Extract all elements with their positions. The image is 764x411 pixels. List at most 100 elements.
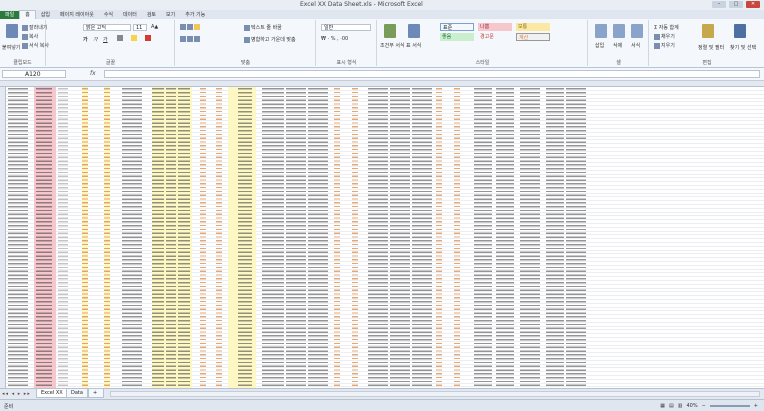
cell-column[interactable] <box>352 87 358 388</box>
formula-input[interactable] <box>104 70 760 78</box>
cell-column[interactable] <box>262 87 284 388</box>
tab-page-layout[interactable]: 페이지 레이아웃 <box>55 11 99 19</box>
normal-view-icon[interactable]: ▦ <box>660 403 665 409</box>
sheet-tab-bar: ◂◂ ◂ ▸ ▸▸ Excel XX Data + <box>0 388 764 399</box>
excel-window: Excel XX Data Sheet.xls - Microsoft Exce… <box>0 0 764 411</box>
autosum-button[interactable]: Σ 자동 합계 <box>654 24 679 31</box>
zoom-in-icon[interactable]: + <box>754 403 758 409</box>
clear-label: 지우기 <box>661 43 675 49</box>
tab-home[interactable]: 홈 <box>19 10 36 19</box>
border-icon[interactable] <box>117 35 124 42</box>
currency-icon[interactable]: ₩ · % , ·00 <box>321 36 348 42</box>
fill-color-icon[interactable] <box>131 35 138 42</box>
align-left-icon[interactable] <box>180 36 201 43</box>
window-controls: – □ ✕ <box>712 1 760 8</box>
minimize-button[interactable]: – <box>712 1 726 8</box>
brush-icon <box>22 42 28 49</box>
tab-review[interactable]: 검토 <box>142 11 161 19</box>
tab-view[interactable]: 보기 <box>161 11 180 19</box>
find-select-icon <box>734 24 746 38</box>
copy-button[interactable]: 복사 <box>22 33 38 40</box>
delete-cells-button[interactable]: 삭제 <box>613 42 622 49</box>
paste-button[interactable]: 붙여넣기 <box>2 44 20 51</box>
cell-column[interactable] <box>286 87 306 388</box>
zoom-slider[interactable] <box>709 405 750 407</box>
merge-center-button[interactable]: 병합하고 가운데 맞춤 <box>244 36 296 43</box>
page-break-view-icon[interactable]: ▥ <box>678 403 683 409</box>
style-bad[interactable]: 나쁨 <box>478 23 512 31</box>
find-select-button[interactable]: 찾기 및 선택 <box>730 44 756 51</box>
cell-column[interactable] <box>104 87 110 388</box>
sort-filter-button[interactable]: 정렬 및 필터 <box>698 44 724 51</box>
close-button[interactable]: ✕ <box>746 1 760 8</box>
horizontal-scrollbar[interactable] <box>110 391 760 397</box>
cell-column[interactable] <box>566 87 586 388</box>
cell-column[interactable] <box>520 87 540 388</box>
paste-icon <box>6 24 18 38</box>
clear-button[interactable]: 지우기 <box>654 42 675 49</box>
cell-column[interactable] <box>178 87 190 388</box>
tab-formulas[interactable]: 수식 <box>99 11 118 19</box>
style-calculation[interactable]: 계산 <box>516 33 550 41</box>
cell-column[interactable] <box>58 87 68 388</box>
zoom-out-icon[interactable]: − <box>702 403 706 409</box>
cell-column[interactable] <box>8 87 28 388</box>
format-painter-button[interactable]: 서식 복사 <box>22 42 49 49</box>
grow-font-button[interactable]: A▲ <box>151 24 158 30</box>
font-name-combo[interactable]: 맑은 고딕 <box>83 24 131 31</box>
cell-column[interactable] <box>200 87 206 388</box>
italic-button[interactable]: 가 <box>93 36 98 43</box>
cell-column[interactable] <box>166 87 176 388</box>
style-neutral[interactable]: 보통 <box>516 23 550 31</box>
styles-group-label: 스타일 <box>475 60 490 66</box>
bold-button[interactable]: 가 <box>83 36 88 43</box>
cell-column[interactable] <box>238 87 252 388</box>
fill-button[interactable]: 채우기 <box>654 33 675 40</box>
sheet-tab-data[interactable]: Data <box>66 389 88 398</box>
cell-column[interactable] <box>474 87 492 388</box>
sheet-nav-arrows[interactable]: ◂◂ ◂ ▸ ▸▸ <box>2 391 31 397</box>
cell-column[interactable] <box>390 87 410 388</box>
cell-column[interactable] <box>334 87 340 388</box>
cell-column[interactable] <box>436 87 442 388</box>
page-layout-view-icon[interactable]: ▤ <box>669 403 674 409</box>
cell-column[interactable] <box>308 87 328 388</box>
underline-button[interactable]: 가 <box>103 36 108 43</box>
conditional-format-button[interactable]: 조건부 서식 <box>380 42 405 49</box>
cell-column[interactable] <box>496 87 514 388</box>
worksheet-grid[interactable] <box>0 81 764 388</box>
style-normal[interactable]: 표준 <box>440 23 474 31</box>
tab-insert[interactable]: 삽입 <box>36 11 55 19</box>
cut-button[interactable]: 잘라내기 <box>22 24 47 31</box>
cell-column[interactable] <box>368 87 388 388</box>
font-size-combo[interactable]: 11 <box>133 24 147 31</box>
font-group: 맑은 고딕 11 A▲ 가 가 가 글꼴 <box>47 20 175 66</box>
number-format-combo[interactable]: 일반 <box>321 24 371 31</box>
cell-column[interactable] <box>454 87 460 388</box>
tab-add-ins[interactable]: 추가 기능 <box>180 11 210 19</box>
cell-column[interactable] <box>152 87 164 388</box>
cell-column[interactable] <box>82 87 88 388</box>
tab-data[interactable]: 데이터 <box>118 11 142 19</box>
font-color-icon[interactable] <box>145 35 152 42</box>
format-cells-button[interactable]: 서식 <box>631 42 640 49</box>
style-good[interactable]: 좋음 <box>440 33 474 41</box>
cell-column[interactable] <box>36 87 52 388</box>
name-box[interactable]: A120 <box>2 70 66 78</box>
cell-column[interactable] <box>122 87 142 388</box>
cell-column[interactable] <box>412 87 432 388</box>
fx-icon[interactable]: fx <box>90 70 96 77</box>
new-sheet-icon[interactable]: + <box>88 389 104 398</box>
maximize-button[interactable]: □ <box>729 1 743 8</box>
tab-file[interactable]: 파일 <box>0 11 20 19</box>
cell-column[interactable] <box>546 87 564 388</box>
align-top-icon[interactable] <box>180 24 201 31</box>
table-format-button[interactable]: 표 서식 <box>406 42 421 49</box>
style-warning[interactable]: 경고문 <box>478 33 512 41</box>
zoom-control[interactable]: ▦ ▤ ▥ 40% − + <box>660 403 758 409</box>
insert-cells-button[interactable]: 삽입 <box>595 42 604 49</box>
wrap-text-button[interactable]: 텍스트 줄 바꿈 <box>244 24 282 31</box>
cell-area[interactable] <box>6 87 764 388</box>
cell-column[interactable] <box>216 87 222 388</box>
sheet-tab-excel-xx[interactable]: Excel XX <box>36 389 68 398</box>
